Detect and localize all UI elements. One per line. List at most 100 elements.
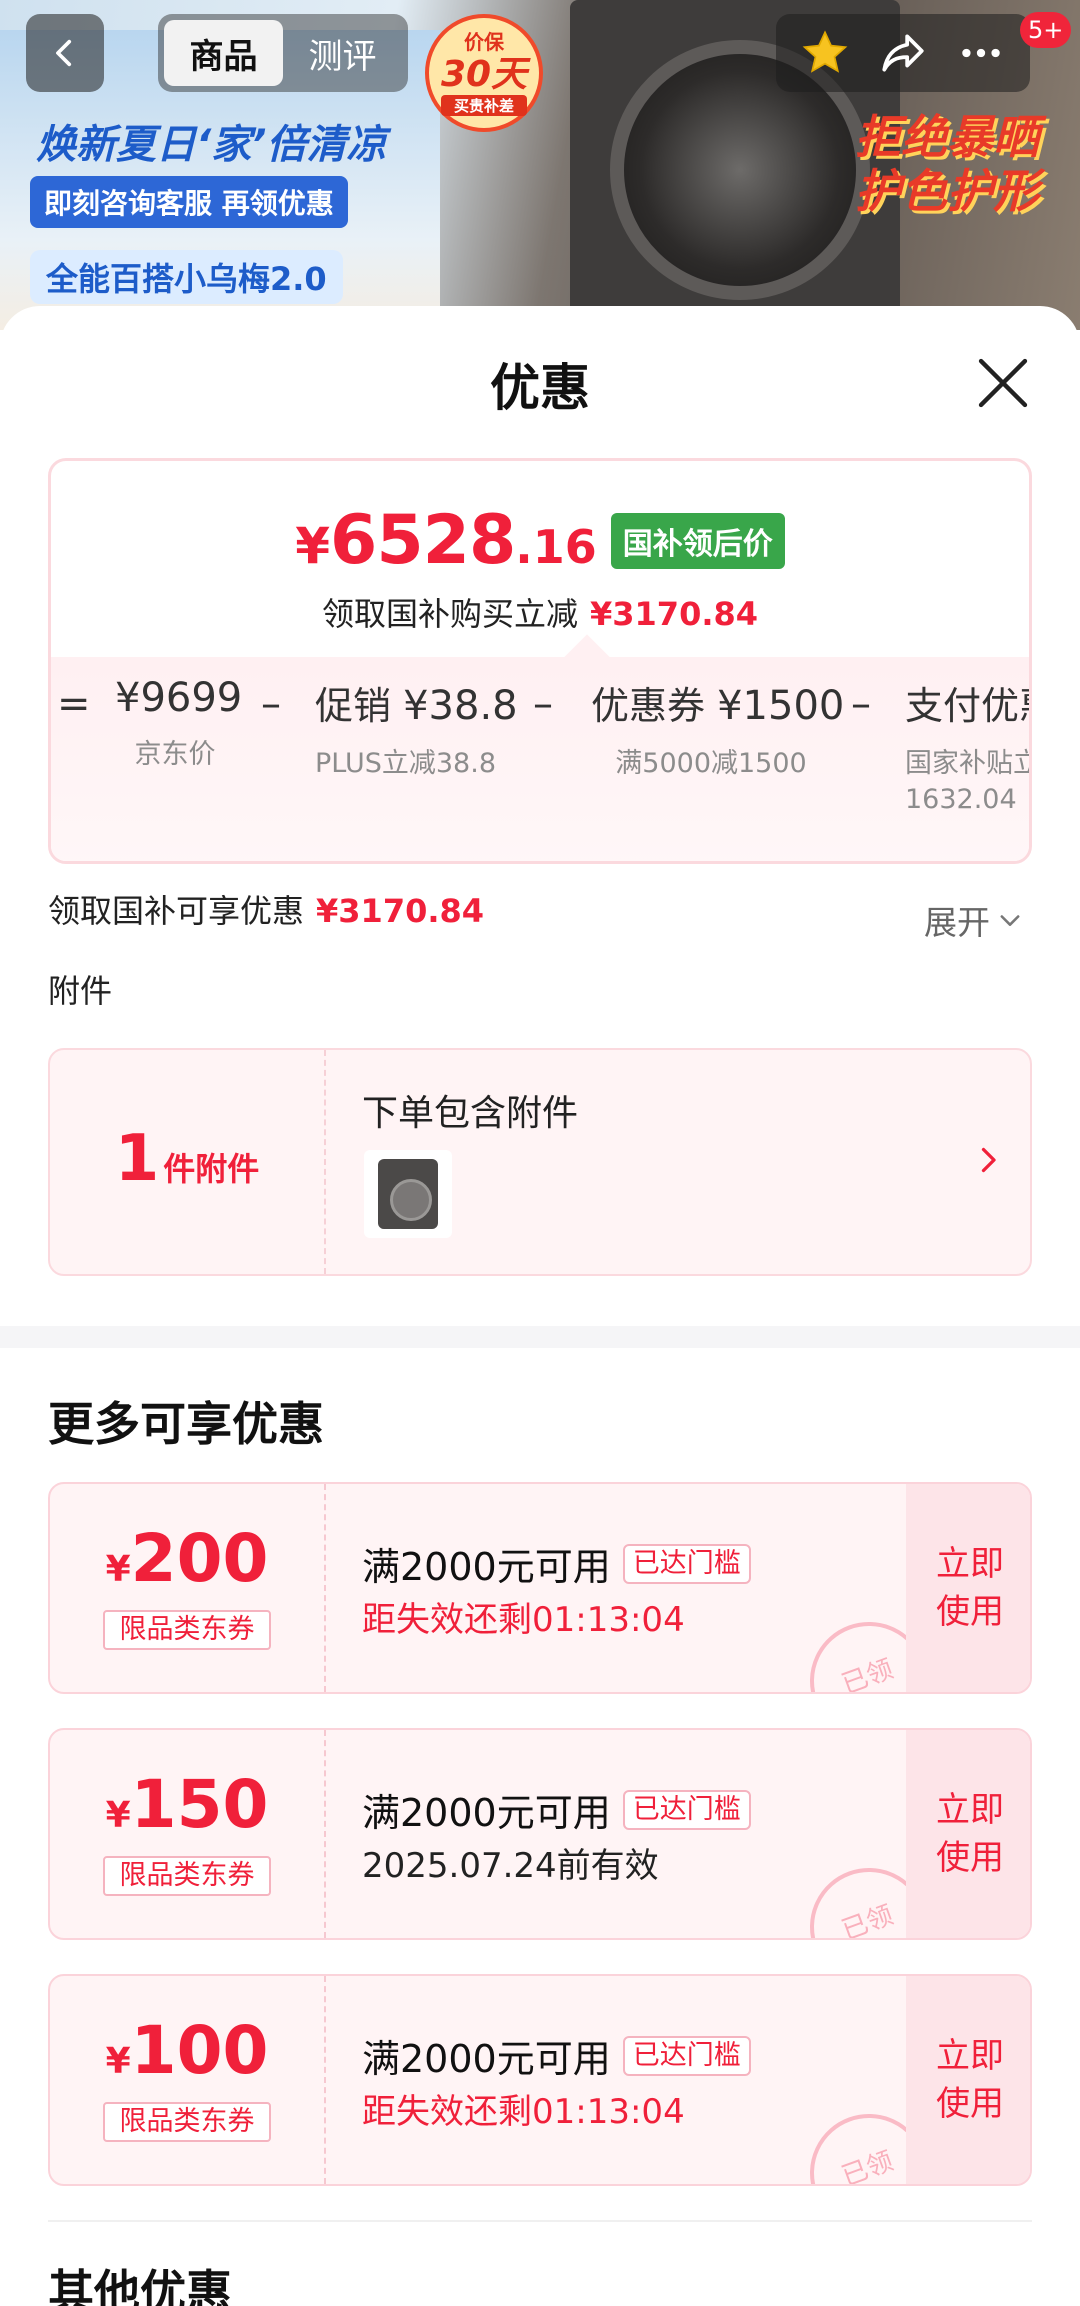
price-subtitle-amount: ¥3170.84 [590,595,759,633]
badge-bottom-text: 买贵补差 [441,95,527,116]
price-currency: ¥ [295,517,331,575]
coupon-condition: 满2000元可用 已达门槛 [362,1782,751,1837]
back-button[interactable] [26,14,104,92]
calc-jd-price: ¥9699 京东价 [115,675,242,773]
coupon-condition: 满2000元可用 已达门槛 [362,1536,751,1591]
promo-line-1: 焕新夏日‘家’倍清凉 [36,122,387,168]
threshold-reached-badge: 已达门槛 [622,1789,751,1830]
threshold-reached-badge: 已达门槛 [622,2035,751,2076]
other-offers-title: 其他优惠 [48,2265,232,2306]
coupon-type: 限品类东券 [103,1856,271,1896]
more-button[interactable] [953,25,1009,81]
jd-price-amount: ¥9699 [115,675,243,721]
coupon-amount: ¥1500 [717,683,845,729]
share-icon [882,34,924,72]
coupon-expiry: 2025.07.24前有效 [362,1846,659,1886]
coupon-condition-text: 满2000元可用 [362,1545,611,1589]
tab-product[interactable]: 商品 [164,20,283,86]
minus-sign: – [533,681,553,727]
discount-sheet: 优惠 ¥ 6528 .16 国补领后价 领取国补购买立减 ¥3170.84 = ¥… [0,306,1080,2306]
attachment-thumbnail [364,1150,452,1238]
calc-promotion: 促销 ¥38.8 PLUS立减38.8 [315,675,518,782]
coupon-type: 限品类东券 [103,2102,271,2142]
coupon-card: ¥100 限品类东券 满2000元可用 已达门槛 距失效还剩01:13:04 已… [48,1974,1032,2186]
price-integer: 6528 [330,501,516,580]
coupon-sub: 满5000减1500 [615,748,807,779]
page-tabs: 商品 测评 [158,14,408,92]
promo-slogan: 拒绝暴晒 护色护形 [855,110,1039,218]
expand-button[interactable]: 展开 [924,896,1024,944]
price-subtitle-text: 领取国补购买立减 [321,595,578,633]
coupon-amount: 100 [130,2012,269,2089]
pay-sub-line1: 国家补贴立 [905,748,1032,779]
use-now-button[interactable]: 立即使用 [906,1976,1030,2184]
coupon-condition: 满2000元可用 已达门槛 [362,2028,751,2083]
chevron-right-icon [981,1147,996,1173]
subsidy-label: 领取国补可享优惠 [48,892,305,930]
equals-sign: = [57,681,91,727]
price-breakdown[interactable]: = ¥9699 京东价 – 促销 ¥38.8 PLUS立减38.8 – 优惠券 … [51,657,1032,861]
coupon-expiry: 距失效还剩01:13:04 [362,1600,685,1640]
promo-sub: PLUS立减38.8 [315,748,496,779]
pay-label: 支付优惠 [905,684,1029,728]
minus-sign: – [261,681,281,727]
sheet-title: 优惠 [490,359,590,417]
attachment-count-number: 1 [114,1122,160,1196]
coupon-expiry: 距失效还剩01:13:04 [362,2092,685,2132]
attachment-divider [324,1050,326,1274]
use-now-button[interactable]: 立即使用 [906,1730,1030,1938]
attachment-count-unit: 件附件 [163,1150,260,1188]
promo-label: 促销 [315,684,392,728]
coupon-currency: ¥ [105,1549,131,1590]
attachment-card[interactable]: 1 件附件 下单包含附件 [48,1048,1032,1276]
tab-review[interactable]: 测评 [283,20,402,86]
subsidy-summary: 领取国补可享优惠 ¥3170.84 [48,886,484,932]
coupon-currency: ¥ [105,1795,131,1836]
close-button[interactable] [972,352,1034,414]
attachment-section-title: 附件 [48,972,113,1010]
coupon-condition-text: 满2000元可用 [362,2037,611,2081]
coupon-currency: ¥ [105,2041,131,2082]
attachment-count: 1 件附件 [50,1050,324,1274]
subsidy-amount: ¥3170.84 [316,892,485,930]
calc-coupon: 优惠券 ¥1500 满5000减1500 [591,675,844,782]
price-protect-badge: 价保 30天 买贵补差 [425,14,543,132]
jd-price-label: 京东价 [134,739,216,770]
pay-sub-line2: 1632.04 [905,784,1017,815]
attachment-text: 下单包含附件 [362,1093,579,1134]
more-offers-title: 更多可享优惠 [48,1397,324,1451]
coupon-value: ¥200 限品类东券 [50,1484,324,1692]
coupon-divider [324,1976,326,2184]
coupon-card: ¥200 限品类东券 满2000元可用 已达门槛 距失效还剩01:13:04 已… [48,1482,1032,1694]
threshold-reached-badge: 已达门槛 [622,1543,751,1584]
section-separator [0,1326,1080,1348]
star-icon [802,30,848,73]
coupon-value: ¥150 限品类东券 [50,1730,324,1938]
promo-line-2: 即刻咨询客服 再领优惠 [30,176,348,228]
promo-amount: ¥38.8 [403,683,518,729]
coupon-type: 限品类东券 [103,1610,271,1650]
divider-line [48,2220,1032,2222]
coupon-divider [324,1484,326,1692]
price-card: ¥ 6528 .16 国补领后价 领取国补购买立减 ¥3170.84 = ¥969… [48,458,1032,864]
badge-mid-text: 30天 [440,54,528,95]
coupon-amount: 200 [130,1520,269,1597]
calc-payment: 支付优惠 国家补贴立 1632.04 [905,675,1032,818]
coupon-card: ¥150 限品类东券 满2000元可用 已达门槛 2025.07.24前有效 已… [48,1728,1032,1940]
share-button[interactable] [875,25,931,81]
chevron-down-icon [1000,915,1020,926]
final-price-section: ¥ 6528 .16 国补领后价 领取国补购买立减 ¥3170.84 [51,461,1029,657]
price-tag: 国补领后价 [610,512,785,569]
minus-sign: – [851,681,871,727]
more-dots-icon [962,48,1000,58]
coupon-divider [324,1730,326,1938]
coupon-value: ¥100 限品类东券 [50,1976,324,2184]
final-price: ¥ 6528 .16 国补领后价 [51,501,1029,580]
close-icon [978,358,1028,408]
chevron-left-icon [56,39,72,67]
top-actions [776,14,1030,92]
use-now-button[interactable]: 立即使用 [906,1484,1030,1692]
price-decimal: .16 [515,520,597,574]
coupon-label: 优惠券 [591,684,706,728]
favorite-button[interactable] [797,25,853,81]
